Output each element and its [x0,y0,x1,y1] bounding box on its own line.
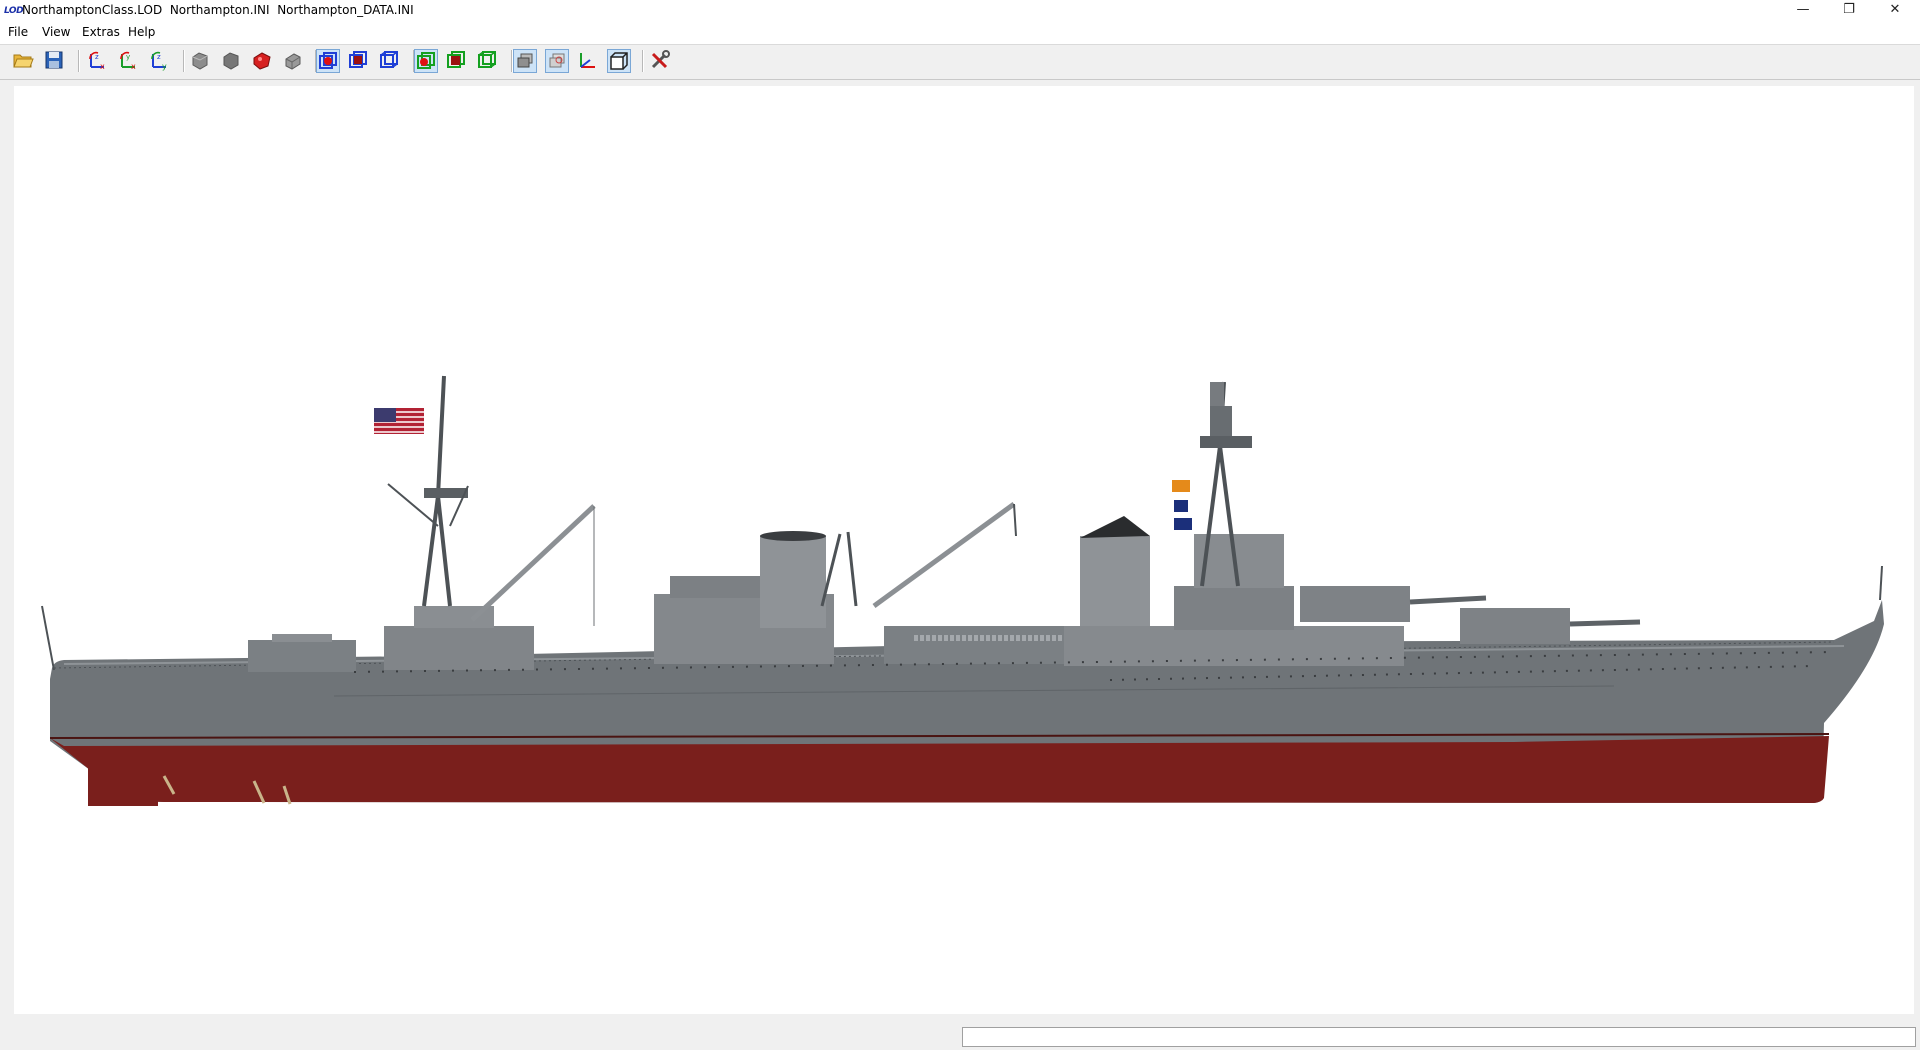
menu-file[interactable]: File [8,25,28,39]
restore-button[interactable]: ❐ [1826,0,1872,22]
open-folder-icon [13,54,34,68]
solid-flat-gray-icon [223,52,239,70]
3d-viewport[interactable] [14,86,1914,1014]
wireframe-green-solid-icon [447,51,465,68]
svg-text:x: x [131,62,136,71]
open-button[interactable] [12,49,36,73]
close-button[interactable]: ✕ [1872,0,1918,22]
rotate-axes-zy-icon: zy [151,51,167,71]
solid-block-button[interactable] [282,49,306,73]
svg-text:z: z [157,53,161,61]
texture-layers-icon [549,53,565,68]
tools-button[interactable] [649,49,673,73]
forward-turret-upper [1300,586,1410,622]
wireframe-blue-red-icon [319,52,337,69]
rotate-axes-yx-icon: yx [120,51,136,71]
axes-button[interactable] [576,49,600,73]
view-zx-button[interactable]: zx [86,49,110,73]
solid-red-button[interactable] [251,49,275,73]
green-wire-cube-button[interactable] [476,49,500,73]
wireframe-red-button[interactable] [316,49,340,73]
save-button[interactable] [43,49,67,73]
signal-flag [1174,500,1188,512]
mid-crane [872,501,1016,609]
forward-superstructure [1064,626,1404,666]
waterline-red [50,736,1829,803]
texture-layers-button[interactable] [545,49,569,73]
svg-text:z: z [95,53,99,61]
wireframe-green-cube-icon [478,51,496,68]
rudder [88,748,158,806]
menu-extras[interactable]: Extras [82,25,120,39]
menu-view[interactable]: View [42,25,70,39]
window-title: NorthamptonClass.LOD Northampton.INI Nor… [22,3,414,17]
view-zy-button[interactable]: zy [148,49,172,73]
solid-red-icon [253,52,271,70]
solid-gray-block-icon [285,53,301,70]
toolbar-separator [642,50,644,72]
title-bar: LOD NorthamptonClass.LOD Northampton.INI… [0,0,1920,22]
green-wire-solid-button[interactable] [445,49,469,73]
wireframe-green-red-icon [417,52,435,69]
wireframe-blue-cube-icon [380,51,398,68]
status-field [962,1027,1916,1047]
bounding-box-icon [610,52,628,70]
aft-superstructure [384,626,534,670]
flat-gray-button[interactable] [220,49,244,73]
forward-turret-lower [1460,608,1570,644]
aft-crane [470,504,596,622]
ship-model [41,375,1884,806]
toolbar-separator [78,50,80,72]
tools-settings-icon [651,50,670,69]
status-bar [0,1018,1920,1050]
wireframe-solid-button[interactable] [347,49,371,73]
menu-bar: File View Extras Help [0,22,1920,44]
svg-text:y: y [126,53,130,61]
rotate-axes-zx-icon: zx [89,51,105,71]
bounding-box-button[interactable] [607,49,631,73]
green-wire-red-button[interactable] [414,49,438,73]
wireframe-blue-solid-icon [349,51,367,68]
minimize-button[interactable]: — [1780,0,1826,22]
signal-flag [1174,518,1192,530]
toolbar: zx yx zy [0,44,1920,80]
coordinate-axes-icon [580,53,595,68]
layers-stack-icon [517,53,533,68]
svg-text:y: y [162,62,167,71]
menu-help[interactable]: Help [128,25,155,39]
wireframe-cube-button[interactable] [378,49,402,73]
layers-button[interactable] [513,49,537,73]
toolbar-separator [183,50,185,72]
view-yx-button[interactable]: yx [117,49,141,73]
aft-funnel [760,536,826,628]
catapult-deck [884,626,1064,664]
save-disk-icon [45,51,63,69]
svg-text:x: x [100,62,105,71]
solid-shaded-gray-icon [192,52,208,70]
shaded-gray-button[interactable] [189,49,213,73]
app-logo-icon: LOD [4,6,24,16]
signal-flag [1172,480,1190,492]
aft-turret [248,640,356,672]
